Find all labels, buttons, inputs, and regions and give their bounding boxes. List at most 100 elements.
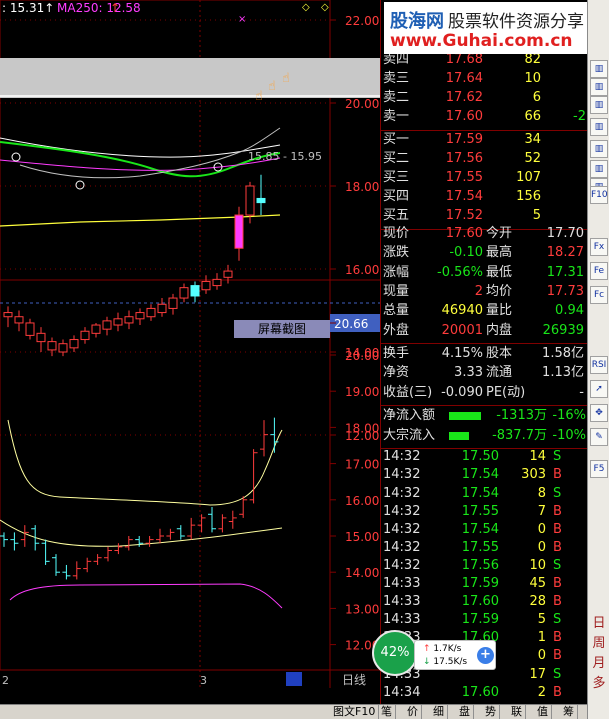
rocket-signal-icon: ☝ <box>255 89 263 104</box>
toolbar-button[interactable]: Fc <box>590 286 608 304</box>
sub-axis-label: 14.00 <box>345 566 379 580</box>
candle-body <box>47 341 57 351</box>
tick-side: S <box>553 557 562 573</box>
toolbar-period-3[interactable]: 多 <box>591 672 607 691</box>
chart-canvas[interactable]: 22.0020.0018.0016.0014.0012.0020.6620.00… <box>0 0 380 688</box>
tick-time: 14:34 <box>383 684 421 700</box>
bid-volume: 107 <box>516 170 541 185</box>
bid-label: 买一 <box>383 132 410 147</box>
tick-price: 17.50 <box>461 449 499 465</box>
tick-time: 14:32 <box>383 449 421 465</box>
toolbar-chart-icon[interactable]: ▥ <box>590 160 608 178</box>
stat-row: 现量 2 均价 17.73 <box>381 284 587 300</box>
candle-body <box>256 197 266 204</box>
stat-label: 最低 <box>486 264 513 280</box>
arrows-icon[interactable]: ➚ <box>590 380 608 398</box>
toolbar-period-1[interactable]: 周 <box>591 632 607 651</box>
toolbar-period-0[interactable]: 日 <box>591 612 607 631</box>
tick-side: S <box>553 485 562 501</box>
tick-side: B <box>553 467 562 483</box>
tick-row: 14:33 17.59 45 B <box>381 576 587 592</box>
right-toolbar: ▥▥▥▥▥▥▥F10FxFeFcF5RSI➚✥✎日周月多 <box>587 0 609 719</box>
bid-row: 买三 17.55 107 <box>381 170 587 186</box>
bid-label: 买四 <box>383 189 410 204</box>
toolbar-chart-icon[interactable]: ▥ <box>590 60 608 78</box>
scroll-handle[interactable] <box>286 672 302 686</box>
stat-label: 今开 <box>486 226 513 241</box>
tick-volume: 1 <box>537 630 546 646</box>
tick-side: B <box>553 630 562 646</box>
stat-value: 26939 <box>542 322 584 338</box>
flow-row: 大宗流入 -837.7万 -10% <box>381 428 587 444</box>
status-tab[interactable]: 笔 <box>378 705 396 719</box>
candle-body <box>124 316 134 324</box>
stat-label: 涨跌 <box>383 245 410 261</box>
book-separator <box>381 130 587 131</box>
tick-row: 14:32 17.50 14 S <box>381 449 587 465</box>
network-monitor[interactable]: 42% ↑ 1.7K/s ↓ 17.5K/s + <box>372 630 496 680</box>
tick-time: 14:33 <box>383 612 421 628</box>
period-label[interactable]: 日线 <box>342 673 366 687</box>
status-tab[interactable]: 势 <box>482 705 500 719</box>
sub-axis-label: 18.00 <box>345 421 379 435</box>
status-tab[interactable]: 细 <box>430 705 448 719</box>
flow-label: 大宗流入 <box>383 427 436 443</box>
date-label: 2 <box>2 674 9 687</box>
kline-chart[interactable]: 22.00 20.00 18.00 16.00 14.00 12.00 20.66 20.00… <box>0 0 380 688</box>
network-percent[interactable]: 42% <box>372 630 418 676</box>
date-label: 3 <box>200 674 207 687</box>
stat-value: 0.94 <box>555 303 584 319</box>
candle-body <box>234 214 244 249</box>
status-tab[interactable]: 值 <box>534 705 552 719</box>
toolbar-button[interactable]: RSI <box>590 356 608 374</box>
toolbar-period-2[interactable]: 月 <box>591 652 607 671</box>
toolbar-chart-icon[interactable]: ▥ <box>590 78 608 96</box>
tick-price: 17.59 <box>461 612 499 628</box>
tick-price: 17.54 <box>461 521 499 537</box>
fundamental-value: 3.33 <box>454 365 483 381</box>
toolbar-chart-icon[interactable]: ▥ <box>590 96 608 114</box>
watermark-url: www.Guhai.com.cn <box>390 31 573 51</box>
plus-icon[interactable]: + <box>477 647 494 664</box>
upload-arrow-icon: ↑ <box>423 644 431 654</box>
boll-mid <box>0 519 283 547</box>
move-icon[interactable]: ✥ <box>590 404 608 422</box>
toolbar-button[interactable]: Fe <box>590 262 608 280</box>
tick-price: 17.56 <box>461 557 499 573</box>
toolbar-button[interactable]: Fx <box>590 238 608 256</box>
toolbar-chart-icon[interactable]: ▥ <box>590 118 608 136</box>
tick-volume: 0 <box>537 648 546 664</box>
tick-price: 17.60 <box>461 684 499 700</box>
diamond-marker-icon: ◇ <box>302 2 310 13</box>
boll-lower <box>9 583 283 609</box>
bid-label: 买五 <box>383 208 410 223</box>
candle-body <box>146 307 156 318</box>
pencil-icon[interactable]: ✎ <box>590 428 608 446</box>
ask-label: 卖三 <box>383 71 410 86</box>
toolbar-button[interactable]: F5 <box>590 460 608 478</box>
toolbar-button[interactable]: F10 <box>590 186 608 204</box>
stat-label: 总量 <box>383 303 410 319</box>
flow-row: 净流入额 -1313万 -16% <box>381 408 587 424</box>
fundamental-value: 1.13亿 <box>542 365 584 381</box>
status-tab[interactable]: 筹 <box>560 705 578 719</box>
tick-time: 14:32 <box>383 521 421 537</box>
stat-label: 内盘 <box>486 322 513 338</box>
tick-row: 14:32 17.54 8 S <box>381 486 587 502</box>
status-tab[interactable]: 图文F10 <box>330 705 380 719</box>
status-tab[interactable]: 盘 <box>456 705 474 719</box>
toolbar-chart-icon[interactable]: ▥ <box>590 140 608 158</box>
flow-bar <box>449 412 481 421</box>
flow-value: -837.7万 <box>492 427 547 443</box>
stat-value: 17.70 <box>546 226 584 241</box>
status-tab[interactable]: 联 <box>508 705 526 719</box>
stats-separator <box>381 342 587 344</box>
fundamental-value: 4.15% <box>441 345 483 361</box>
bid-price: 17.54 <box>445 189 483 204</box>
candle-body <box>190 285 200 297</box>
quote-panel: 卖四 17.68 82 卖三 17.64 10 卖二 17.62 6 卖一 17.60 66 -2 买一 1… <box>380 0 587 704</box>
main-axis-label: 22.00 <box>345 14 379 28</box>
status-tab[interactable]: 价 <box>404 705 422 719</box>
tick-price: 17.54 <box>461 485 499 501</box>
sub-axis-label: 20.00 <box>345 349 379 363</box>
